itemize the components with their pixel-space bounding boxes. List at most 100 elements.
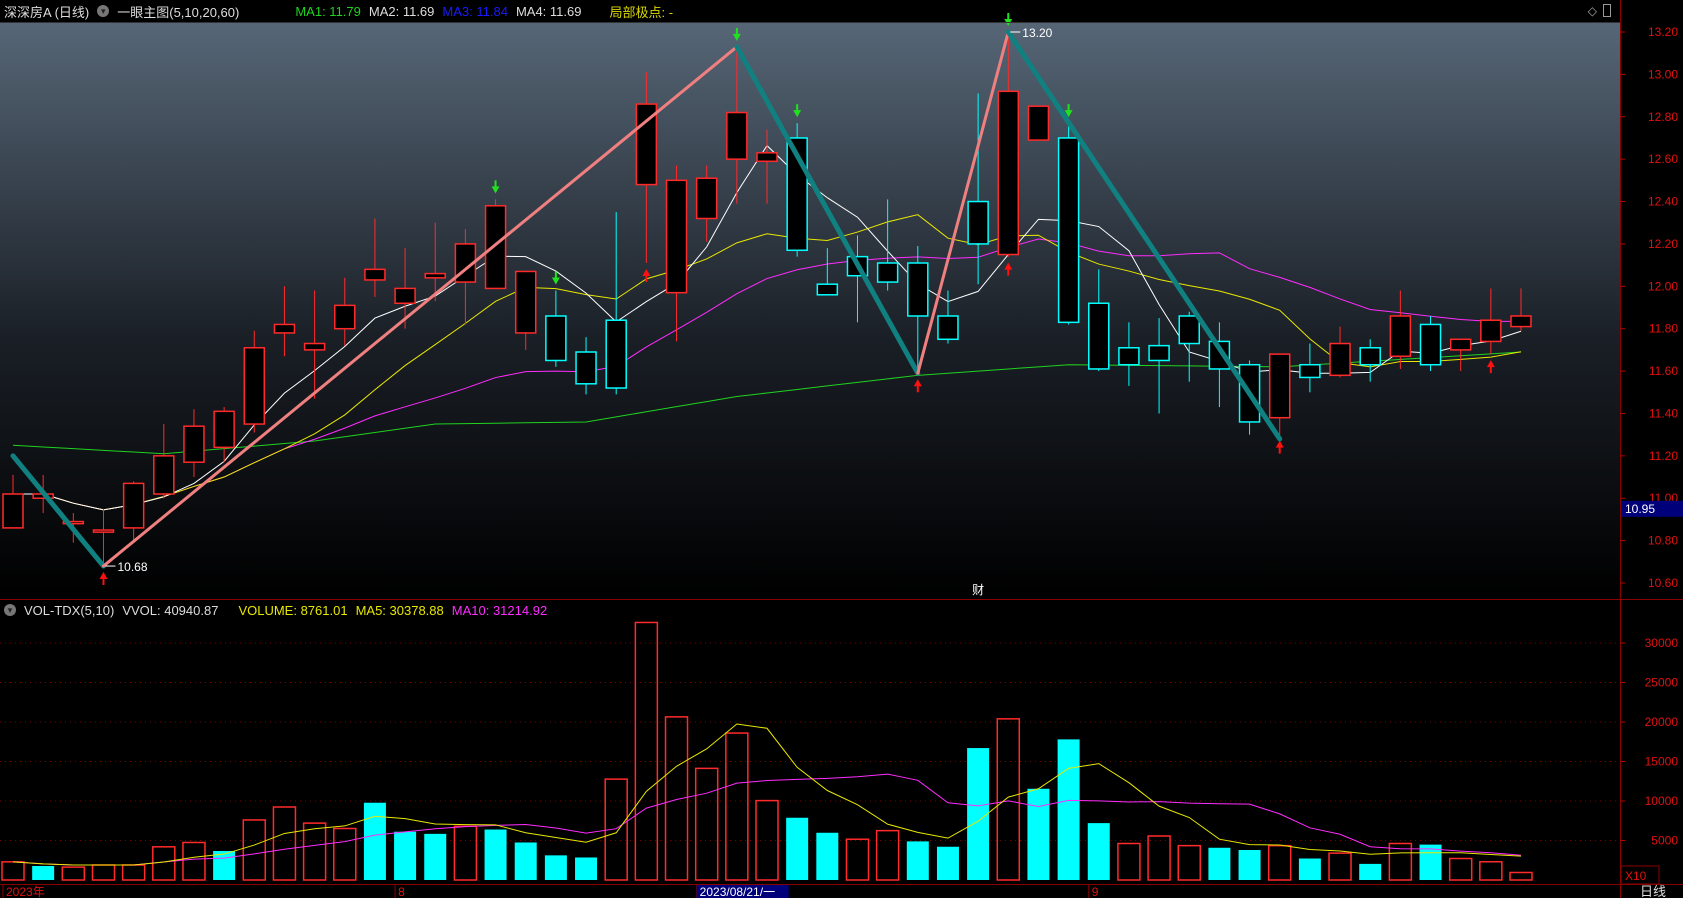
volume-bar — [1147, 835, 1171, 881]
current-price-label: 10.95 — [1625, 502, 1655, 516]
volume-bar — [1479, 861, 1503, 881]
candle-body — [364, 268, 386, 281]
volume-bar — [1057, 739, 1080, 880]
candle-body — [816, 283, 839, 296]
price-tick-label: 12.40 — [1648, 195, 1678, 209]
volume-bar — [484, 829, 507, 880]
candle-body — [1268, 353, 1291, 419]
candle — [1027, 105, 1050, 141]
volume-bar — [816, 832, 839, 880]
candle-body — [665, 179, 688, 294]
candle-body — [484, 205, 507, 290]
candle-body — [243, 347, 266, 425]
date-label: 9 — [1092, 885, 1099, 898]
volume-bar — [453, 825, 478, 881]
candle-body — [303, 342, 326, 351]
volume-bar — [514, 842, 537, 880]
candle-body — [726, 111, 748, 160]
volume-bar — [575, 857, 598, 880]
candle-body — [122, 482, 145, 529]
volume-bar — [1298, 858, 1321, 880]
candle-body — [695, 177, 718, 220]
volume-bar — [755, 799, 779, 881]
candle-body — [1510, 315, 1532, 328]
date-label: 2023/08/21/一 — [700, 885, 775, 898]
indicator-name[interactable]: 一眼主图(5,10,20,60) — [117, 2, 239, 21]
price-tick-label: 13.00 — [1648, 67, 1678, 81]
price-tick-label: 11.80 — [1649, 322, 1678, 336]
candle-body — [907, 262, 929, 317]
volume-bar — [1027, 788, 1050, 880]
volume-bar — [1, 861, 25, 881]
volume-bar — [1509, 871, 1533, 881]
volume-bar — [61, 866, 86, 881]
pivot-label: 10.68 — [117, 560, 147, 574]
volume-ma10-line — [12, 773, 1522, 866]
window-icon[interactable] — [1603, 4, 1611, 17]
candle-body — [514, 270, 537, 334]
volume-tick-label: 20000 — [1645, 715, 1679, 729]
volume-bar — [91, 864, 116, 881]
volume-bar — [1087, 823, 1110, 880]
volume-indicator-name[interactable]: VOL-TDX(5,10) — [24, 603, 114, 618]
candle-body — [605, 319, 627, 389]
volume-bar — [875, 829, 900, 881]
volume-bar — [694, 767, 719, 881]
multiplier-label: X10 — [1625, 869, 1647, 883]
volume-bar — [544, 855, 567, 880]
price-tick-label: 11.20 — [1649, 449, 1678, 463]
candle-body — [153, 455, 175, 495]
ma3-value: MA3: 11.84 — [442, 3, 508, 19]
vvol-value: VVOL: 40940.87 — [122, 602, 219, 618]
volume-ma5-value: MA5: 30378.88 — [355, 602, 444, 618]
volume-bar — [1448, 857, 1473, 881]
candle-body — [1299, 363, 1321, 379]
price-tick-label: 12.80 — [1648, 110, 1678, 124]
volume-bar — [363, 802, 386, 880]
price-tick-label: 10.80 — [1648, 534, 1678, 548]
ma2-value: MA2: 11.69 — [368, 3, 435, 19]
candle-body — [1057, 137, 1080, 324]
volume-bar — [845, 838, 870, 881]
volume-tick-label: 15000 — [1645, 755, 1679, 769]
candle-body — [1449, 338, 1472, 351]
volume-bar — [1328, 852, 1352, 881]
volume-tick-label: 10000 — [1645, 794, 1679, 808]
price-tick-label: 12.60 — [1648, 152, 1678, 166]
volume-bar — [1177, 844, 1201, 881]
dropdown-icon[interactable]: ▾ — [97, 5, 110, 17]
volume-tick-label: 25000 — [1645, 676, 1679, 690]
volume-bar — [424, 833, 447, 880]
dropdown-icon[interactable]: ▾ — [4, 604, 16, 616]
panel-tools: ◇ — [1588, 4, 1611, 18]
candle-body — [967, 200, 989, 245]
candle-body — [1027, 105, 1050, 141]
volume-panel-header: ▾ VOL-TDX(5,10) VVOL: 40940.87 VOLUME: 8… — [0, 600, 1620, 620]
candle-body — [1148, 344, 1170, 362]
ma4-value: MA4: 11.69 — [515, 3, 582, 19]
candle-body — [1118, 347, 1140, 366]
stock-title[interactable]: 深深房A (日线) — [4, 2, 89, 21]
volume-value: VOLUME: 8761.01 — [238, 602, 348, 618]
finance-marker: 财 — [972, 583, 984, 597]
price-tick-label: 12.00 — [1648, 279, 1678, 293]
candle-body — [1329, 342, 1351, 377]
candle-body — [334, 304, 356, 330]
candle-body — [183, 425, 205, 463]
price-tick-label: 11.40 — [1649, 406, 1678, 420]
volume-bar — [906, 841, 929, 880]
candle-body — [424, 272, 446, 279]
candle-body — [756, 152, 778, 163]
ma1-value: MA1: 11.79 — [295, 3, 361, 19]
diamond-icon[interactable]: ◇ — [1588, 4, 1597, 18]
candle-body — [937, 315, 959, 341]
volume-bar — [1208, 847, 1231, 880]
volume-bar — [182, 841, 206, 881]
volume-bar — [152, 846, 176, 881]
candle — [1057, 123, 1080, 325]
price-tick-label: 10.60 — [1648, 576, 1678, 590]
candle-body — [273, 323, 296, 334]
volume-bar — [1238, 849, 1261, 880]
stock-chart[interactable]: 10.68 13.20 财 13.20 13.00 12.80 12.60 12.40 12.… — [0, 0, 1683, 898]
price-tick-label: 12.20 — [1648, 237, 1678, 251]
